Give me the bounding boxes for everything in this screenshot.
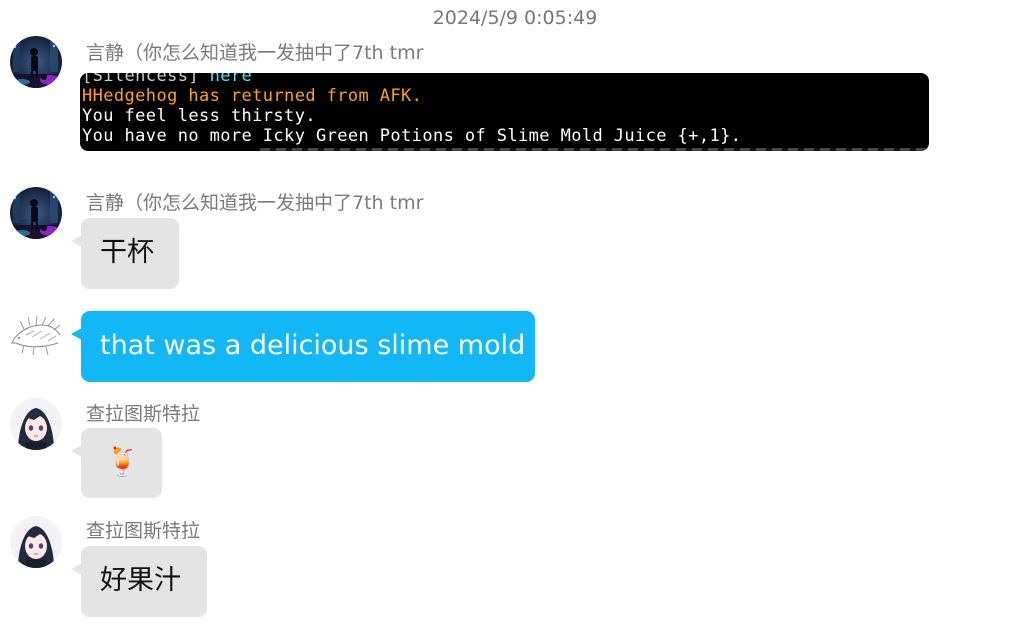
avatar-yanjing[interactable] xyxy=(10,187,62,239)
avatar-image xyxy=(10,398,62,450)
log-cropped-edge xyxy=(260,148,929,151)
avatar-zarathustra[interactable] xyxy=(10,398,62,450)
sender-name: 查拉图斯特拉 xyxy=(86,520,201,542)
avatar-image xyxy=(10,516,62,568)
hedgehog-sketch-icon xyxy=(10,309,62,361)
log-text: You feel less thirsty. xyxy=(82,106,316,126)
log-text: HHedgehog has returned from AFK. xyxy=(82,86,423,106)
message-timestamp: 2024/5/9 0:05:49 xyxy=(432,7,598,29)
message-text: 干杯 xyxy=(100,237,154,268)
log-text: here xyxy=(209,73,253,86)
log-line: You feel less thirsty. xyxy=(82,106,316,126)
sender-name: 查拉图斯特拉 xyxy=(86,403,201,425)
avatar-image xyxy=(10,187,62,239)
log-line: [Silencess] here xyxy=(82,73,252,86)
log-text: You have no more Icky Green Potions of S… xyxy=(82,126,742,146)
message-bubble-self[interactable]: that was a delicious slime mold xyxy=(71,311,535,382)
chat-window: 2024/5/9 0:05:49 言静（你怎么知道我一发抽中了7th tmr [… xyxy=(0,0,1030,635)
message-bubble[interactable]: 好果汁 xyxy=(71,546,207,617)
avatar-zarathustra[interactable] xyxy=(10,516,62,568)
message-bubble[interactable]: 🍹 xyxy=(71,428,162,498)
log-line: You have no more Icky Green Potions of S… xyxy=(82,126,741,146)
message-text: that was a delicious slime mold xyxy=(100,330,526,361)
avatar-image xyxy=(10,36,62,88)
avatar-self[interactable] xyxy=(10,309,62,361)
sender-name: 言静（你怎么知道我一发抽中了7th tmr xyxy=(86,42,424,64)
log-text: [Silencess] xyxy=(82,73,210,86)
message-text: 好果汁 xyxy=(100,565,181,596)
message-bubble[interactable]: 干杯 xyxy=(71,218,179,289)
log-line: HHedgehog has returned from AFK. xyxy=(82,86,422,106)
tropical-drink-icon: 🍹 xyxy=(105,445,140,478)
sender-name: 言静（你怎么知道我一发抽中了7th tmr xyxy=(86,192,424,214)
game-log-image[interactable]: [Silencess] here HHedgehog has returned … xyxy=(80,73,929,151)
avatar-yanjing[interactable] xyxy=(10,36,62,88)
